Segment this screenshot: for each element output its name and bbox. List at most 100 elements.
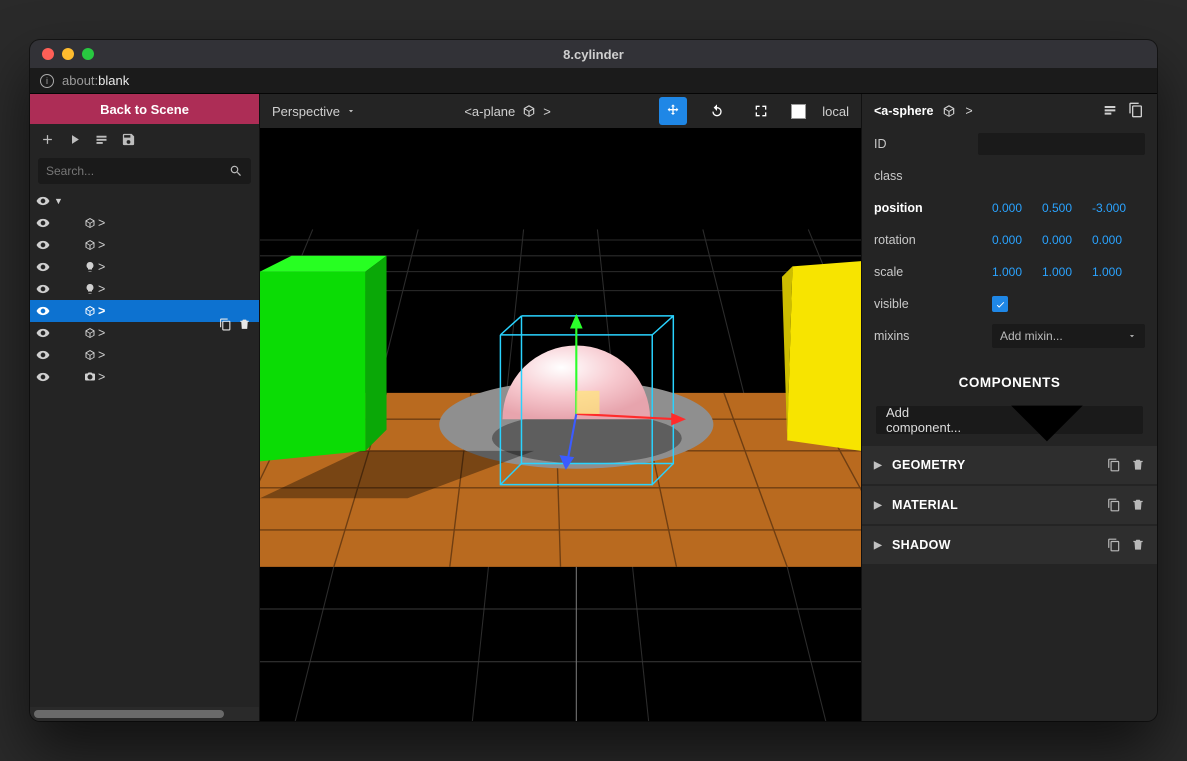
camera-mode-dropdown[interactable]: Perspective: [272, 104, 356, 119]
expand-triangle-icon[interactable]: ▶: [874, 500, 882, 511]
rotation-y-input[interactable]: 0.000: [1042, 233, 1082, 247]
visibility-eye-icon[interactable]: [36, 370, 50, 384]
visibility-eye-icon[interactable]: [36, 238, 50, 252]
component-row[interactable]: ▶ MATERIAL: [862, 486, 1157, 524]
gltf-export-icon[interactable]: [94, 132, 109, 147]
check-icon: [995, 299, 1006, 310]
url-scheme: about:: [62, 73, 98, 88]
tree-row[interactable]: >: [30, 212, 259, 234]
expand-triangle-icon[interactable]: ▶: [874, 540, 882, 551]
translate-tool-button[interactable]: [659, 97, 687, 125]
save-icon[interactable]: [121, 132, 136, 147]
visible-label: visible: [874, 297, 984, 311]
box-icon: [84, 239, 96, 251]
expand-triangle-icon[interactable]: ▶: [874, 460, 882, 471]
prop-id-row: ID: [862, 128, 1157, 160]
position-label: position: [874, 201, 984, 215]
titlebar: 8.cylinder: [30, 40, 1157, 68]
visibility-eye-icon[interactable]: [36, 304, 50, 318]
trash-icon[interactable]: [1131, 498, 1145, 512]
visibility-eye-icon[interactable]: [36, 216, 50, 230]
scale-x-input[interactable]: 1.000: [992, 265, 1032, 279]
tree-item-label: >: [84, 326, 105, 340]
position-x-input[interactable]: 0.000: [992, 201, 1032, 215]
add-component-select[interactable]: Add component...: [876, 406, 1143, 434]
position-z-input[interactable]: -3.000: [1092, 201, 1132, 215]
copy-icon[interactable]: [1107, 538, 1121, 552]
box-icon: [84, 217, 96, 229]
scale-y-input[interactable]: 1.000: [1042, 265, 1082, 279]
tree-row[interactable]: >: [30, 322, 259, 344]
minimize-window-button[interactable]: [62, 48, 74, 60]
tree-item-label: >: [84, 260, 105, 274]
copy-icon[interactable]: [1107, 498, 1121, 512]
rotate-icon: [709, 103, 725, 119]
visibility-eye-icon[interactable]: [36, 348, 50, 362]
tree-item-label: >: [84, 216, 105, 230]
play-icon[interactable]: [67, 132, 82, 147]
back-to-scene-button[interactable]: Back to Scene: [30, 94, 259, 124]
scale-label: scale: [874, 265, 984, 279]
tree-item-label: >: [84, 348, 105, 362]
visibility-eye-icon[interactable]: [36, 282, 50, 296]
camera-icon: [84, 371, 96, 383]
rotation-z-input[interactable]: 0.000: [1092, 233, 1132, 247]
prop-class-row: class: [862, 160, 1157, 192]
tree-row[interactable]: >: [30, 234, 259, 256]
box-icon: [84, 305, 96, 317]
copy-entity-icon[interactable]: [1127, 102, 1145, 118]
tree-caret[interactable]: ▼: [54, 196, 62, 206]
scale-z-input[interactable]: 1.000: [1092, 265, 1132, 279]
sidebar-scrollbar[interactable]: [30, 707, 259, 721]
visibility-eye-icon[interactable]: [36, 260, 50, 274]
id-label: ID: [874, 137, 970, 151]
3d-viewport[interactable]: [260, 128, 861, 721]
tree-row[interactable]: >: [30, 256, 259, 278]
trash-icon[interactable]: [1131, 458, 1145, 472]
rotation-x-input[interactable]: 0.000: [992, 233, 1032, 247]
tree-row[interactable]: >: [30, 344, 259, 366]
local-space-checkbox[interactable]: [791, 104, 806, 119]
add-entity-icon[interactable]: [40, 132, 55, 147]
light-icon: [84, 283, 96, 295]
window-title: 8.cylinder: [30, 47, 1157, 62]
maximize-window-button[interactable]: [82, 48, 94, 60]
tree-item-label: >: [84, 282, 105, 296]
class-label: class: [874, 169, 984, 183]
scale-tool-button[interactable]: [747, 97, 775, 125]
tree-row[interactable]: >: [30, 300, 259, 322]
search-field[interactable]: [38, 158, 251, 184]
copy-icon[interactable]: [1107, 458, 1121, 472]
search-input[interactable]: [46, 164, 229, 178]
tree-row[interactable]: >: [30, 278, 259, 300]
tree-item-label: >: [84, 304, 105, 318]
prop-position-row: position 0.000 0.500 -3.000: [862, 192, 1157, 224]
trash-icon[interactable]: [1131, 538, 1145, 552]
position-y-input[interactable]: 0.500: [1042, 201, 1082, 215]
tree-row[interactable]: >: [30, 366, 259, 388]
info-icon[interactable]: i: [40, 74, 54, 88]
visibility-eye-icon[interactable]: [36, 194, 50, 208]
chevron-down-icon: [346, 106, 356, 116]
url-path: blank: [98, 73, 129, 88]
id-input[interactable]: [978, 133, 1145, 155]
prop-rotation-row: rotation 0.000 0.000 0.000: [862, 224, 1157, 256]
viewport-selection-label: <a-plane >: [464, 104, 551, 119]
prop-scale-row: scale 1.000 1.000 1.000: [862, 256, 1157, 288]
viewport-toolbar: Perspective <a-plane > local: [260, 94, 861, 128]
component-row[interactable]: ▶ SHADOW: [862, 526, 1157, 564]
visibility-eye-icon[interactable]: [36, 326, 50, 340]
window-controls: [30, 48, 94, 60]
gltf-icon[interactable]: [1101, 102, 1119, 118]
visible-checkbox[interactable]: [992, 296, 1008, 312]
search-icon: [229, 164, 243, 178]
inspector-header: <a-sphere >: [862, 94, 1157, 128]
box-icon: [84, 349, 96, 361]
component-name: GEOMETRY: [892, 458, 965, 472]
component-row[interactable]: ▶ GEOMETRY: [862, 446, 1157, 484]
scene-graph-sidebar: Back to Scene ▼ > > > > > > > >: [30, 94, 260, 721]
local-space-label: local: [822, 104, 849, 119]
close-window-button[interactable]: [42, 48, 54, 60]
rotate-tool-button[interactable]: [703, 97, 731, 125]
tree-row[interactable]: ▼: [30, 190, 259, 212]
